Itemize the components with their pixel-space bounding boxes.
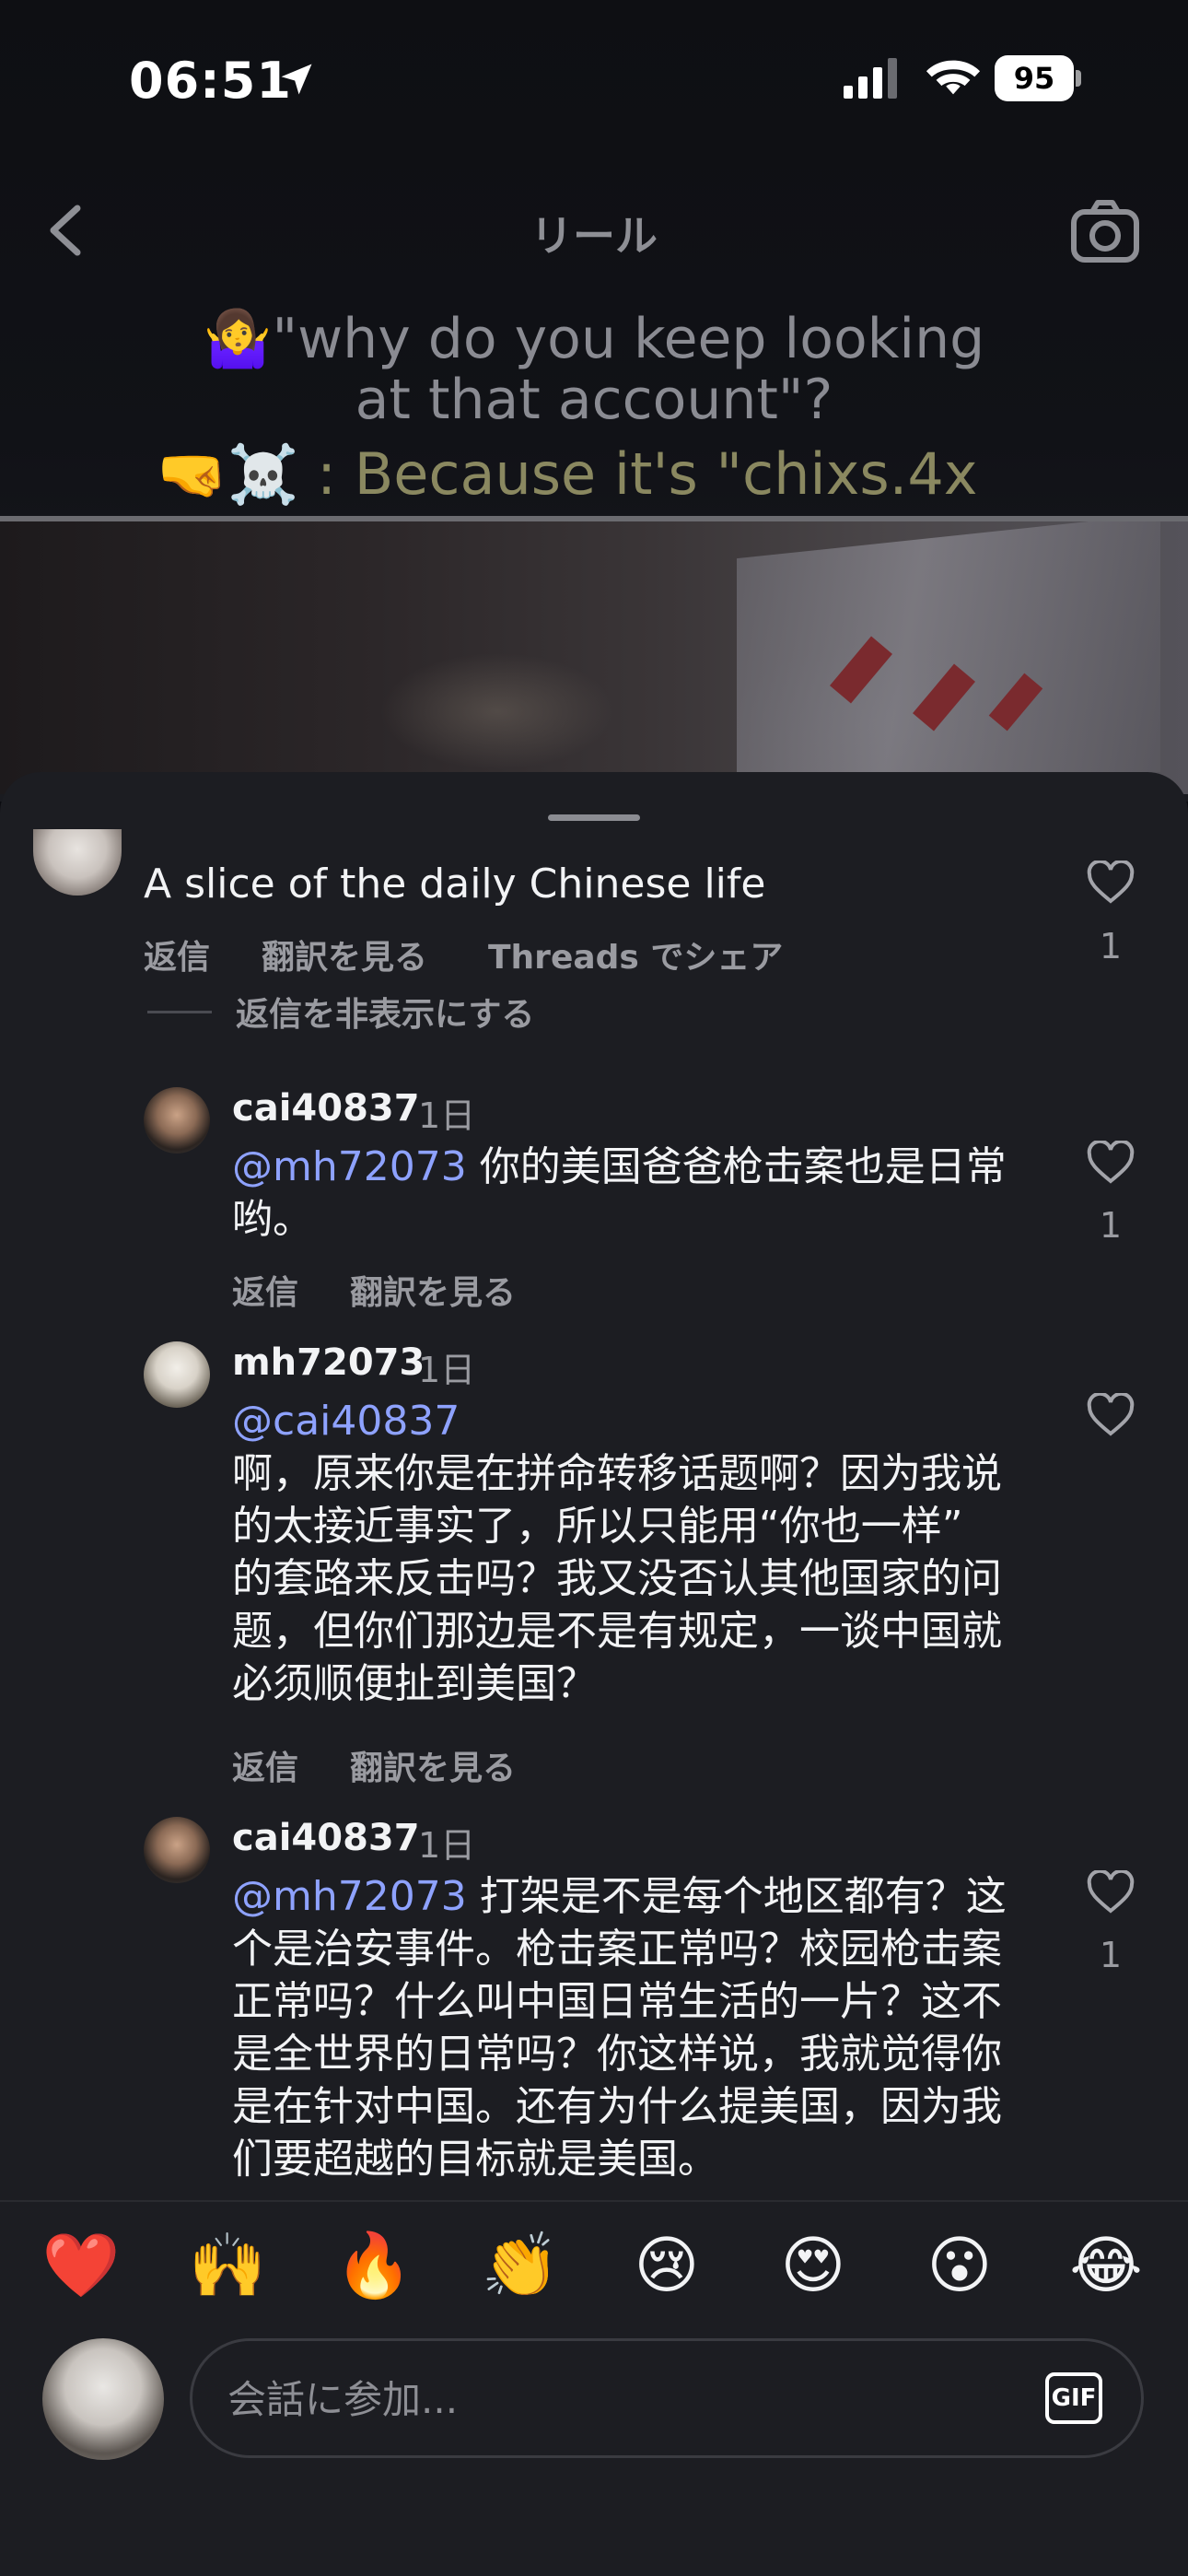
mention-link[interactable]: @mh72073 <box>232 1873 467 1920</box>
video-caption-line3: 🤜☠️ : Because it's "chixs.4x <box>157 440 978 508</box>
location-arrow-icon <box>281 64 312 95</box>
comment-line: 题，但你们那边是不是有规定，一谈中国就 <box>232 1608 1002 1655</box>
hide-replies-button[interactable]: 返信を非表示にする <box>236 988 534 1036</box>
comment-line: 是全世界的日常吗？你这样说，我就觉得你 <box>232 2031 1002 2078</box>
comment-text: A slice of the daily Chinese life <box>144 861 766 907</box>
share-threads-button[interactable]: Threads でシェア <box>488 931 783 978</box>
page-title: リール <box>530 211 658 261</box>
emoji-surprised[interactable]: 😮 <box>918 2230 1001 2303</box>
comment-body: @mh72073 你的美国爸爸枪击案也是日常 哟。 <box>232 1141 1042 1246</box>
mention-link[interactable]: @mh72073 <box>232 1143 467 1190</box>
comment-line: 你的美国爸爸枪击案也是日常 <box>479 1143 1007 1190</box>
comment-username[interactable]: mh72073 <box>232 1341 425 1384</box>
translate-button[interactable]: 翻訳を見る <box>350 1741 516 1789</box>
current-user-avatar[interactable] <box>42 2338 164 2460</box>
heart-icon[interactable] <box>1087 861 1135 905</box>
comment-line: 是在针对中国。还有为什么提美国，因为我 <box>232 2083 1002 2130</box>
translate-button[interactable]: 翻訳を見る <box>350 1266 516 1314</box>
heart-icon[interactable] <box>1087 1870 1135 1914</box>
like-count: 1 <box>1099 926 1123 966</box>
avatar[interactable] <box>144 1087 210 1153</box>
video-caption-line2: at that account"? <box>355 368 833 432</box>
comment-line: 个是治安事件。枪击案正常吗？校园枪击案 <box>232 1926 1002 1973</box>
gif-button[interactable]: GIF <box>1045 2372 1102 2424</box>
emoji-heart-eyes[interactable]: 😍 <box>772 2230 855 2303</box>
avatar[interactable] <box>144 1817 210 1883</box>
comment-body: @cai40837 啊，原来你是在拼命转移话题啊？因为我说 的太接近事实了，所以… <box>232 1395 1061 1710</box>
comment-time: 1日 <box>418 1825 476 1866</box>
comment-body: @mh72073 打架是不是每个地区都有？这 个是治安事件。枪击案正常吗？校园枪… <box>232 1870 1061 2185</box>
like-count: 1 <box>1099 1935 1123 1975</box>
battery-percent: 95 <box>1013 61 1055 96</box>
comment-line: 的套路来反击吗？我又没否认其他国家的问 <box>232 1555 1002 1602</box>
battery-indicator: 95 <box>995 55 1083 101</box>
comment-time: 1日 <box>418 1350 476 1390</box>
avatar[interactable] <box>144 1341 210 1408</box>
status-bar: 06:51 95 <box>0 0 1188 166</box>
comment-line: 必须顺便扯到美国？ <box>232 1660 597 1707</box>
comment-username[interactable]: cai40837 <box>232 1087 420 1130</box>
emoji-clap[interactable]: 👏 <box>479 2230 562 2303</box>
emoji-heart[interactable]: ❤️ <box>40 2230 122 2303</box>
comment-username[interactable]: cai40837 <box>232 1817 420 1859</box>
emoji-laughing[interactable]: 😂 <box>1065 2230 1147 2303</box>
divider <box>0 2200 1188 2202</box>
comment-line: 哟。 <box>232 1196 313 1243</box>
reply-button[interactable]: 返信 <box>232 1266 298 1314</box>
video-caption-line1: 🤷‍♀️"why do you keep looking <box>203 307 985 371</box>
video-caption-overlay: 🤷‍♀️"why do you keep looking at that acc… <box>0 309 1188 430</box>
comment-time: 1日 <box>418 1095 476 1136</box>
reply-button[interactable]: 返信 <box>144 931 210 978</box>
translate-button[interactable]: 翻訳を見る <box>262 931 427 978</box>
comment-line: 正常吗？什么叫中国日常生活的一片？这不 <box>232 1978 1002 2025</box>
video-divider <box>0 516 1188 521</box>
comment-line: 们要超越的目标就是美国。 <box>232 2136 718 2183</box>
divider-line <box>147 1011 212 1013</box>
emoji-raised-hands[interactable]: 🙌 <box>186 2230 269 2303</box>
mention-link[interactable]: @cai40837 <box>232 1395 1061 1447</box>
like-count: 1 <box>1099 1205 1123 1246</box>
comment-line: 的太接近事实了，所以只能用“你也一样” <box>232 1503 963 1550</box>
heart-icon[interactable] <box>1087 1393 1135 1437</box>
comment-line: 打架是不是每个地区都有？这 <box>479 1873 1007 1920</box>
emoji-crying[interactable]: 😢 <box>625 2230 708 2303</box>
comment-input[interactable] <box>226 2341 1021 2457</box>
wifi-icon <box>926 60 981 95</box>
cellular-signal-icon <box>844 58 897 99</box>
reply-button[interactable]: 返信 <box>232 1741 298 1789</box>
heart-icon[interactable] <box>1087 1141 1135 1185</box>
camera-icon[interactable] <box>1070 199 1140 263</box>
comment-composer: GIF <box>190 2338 1144 2458</box>
comment-line: 啊，原来你是在拼命转移话题啊？因为我说 <box>232 1450 1002 1497</box>
status-time: 06:51 <box>129 52 292 110</box>
emoji-reaction-bar: ❤️ 🙌 🔥 👏 😢 😍 😮 😂 <box>0 2230 1188 2303</box>
emoji-fire[interactable]: 🔥 <box>332 2230 415 2303</box>
reel-video-frame[interactable] <box>0 518 1188 794</box>
sheet-drag-handle[interactable] <box>548 814 640 821</box>
